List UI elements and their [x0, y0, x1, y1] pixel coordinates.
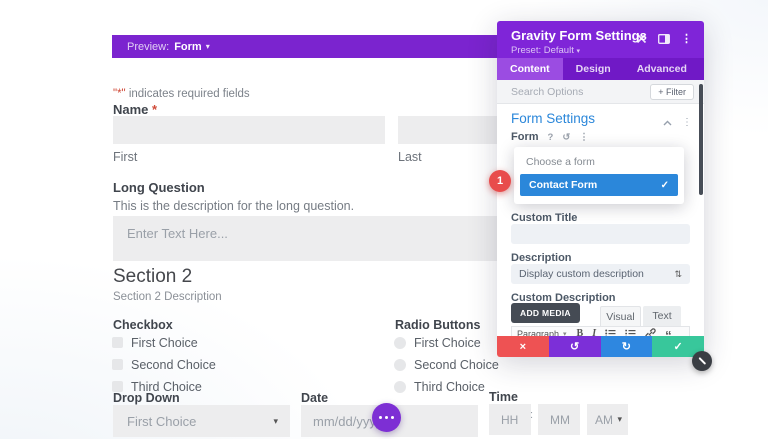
dropdown-selected-value: First Choice	[127, 414, 196, 429]
section-options-icon[interactable]: ⋮	[682, 117, 692, 128]
description-label: Description	[511, 252, 572, 264]
dropdown-field-label: Drop Down	[113, 391, 180, 405]
preview-bar: Preview: Form ▾	[112, 35, 497, 58]
time-meridiem-select[interactable]: AM ▾	[587, 404, 628, 435]
checkbox-option[interactable]: Second Choice	[112, 358, 216, 371]
custom-title-input[interactable]	[511, 224, 690, 244]
checkbox-option-label: Second Choice	[131, 358, 216, 372]
required-fields-note: "*" indicates required fields	[113, 88, 250, 100]
option-menu-icon[interactable]: ⋮	[579, 132, 589, 143]
filter-button[interactable]: + Filter	[650, 84, 694, 100]
ellipsis-icon	[385, 416, 389, 420]
reset-icon[interactable]: ↺	[562, 132, 570, 143]
radio-option-label: First Choice	[414, 336, 481, 350]
long-question-description: This is the description for the long que…	[113, 199, 354, 213]
tab-design[interactable]: Design	[563, 58, 624, 80]
time-minute-input[interactable]	[538, 404, 580, 435]
expand-icon[interactable]	[636, 33, 647, 44]
meridiem-value: AM	[595, 413, 613, 427]
panel-scrollbar[interactable]	[699, 84, 703, 195]
panel-resize-handle[interactable]	[692, 351, 712, 371]
editor-tab-text[interactable]: Text	[643, 306, 681, 326]
checkbox-icon[interactable]	[112, 337, 123, 348]
time-hour-input[interactable]	[489, 404, 531, 435]
gravity-form-settings-panel: Gravity Form Settings Preset: Default ▾ …	[497, 21, 704, 357]
radio-option[interactable]: First Choice	[394, 336, 499, 349]
discard-button[interactable]: ×	[497, 336, 549, 357]
dropdown-option-selected[interactable]: Contact Form ✓	[520, 174, 678, 196]
name-required-mark: *	[152, 102, 157, 117]
redo-button[interactable]: ↻	[601, 336, 653, 357]
last-name-sublabel: Last	[398, 150, 422, 164]
resize-line-icon	[698, 357, 705, 364]
name-field-label: Name *	[113, 102, 157, 117]
dropdown-option-choose[interactable]: Choose a form	[514, 153, 684, 174]
chevron-down-icon: ▾	[206, 42, 210, 51]
panel-header[interactable]: Gravity Form Settings Preset: Default ▾ …	[497, 21, 704, 58]
custom-title-label: Custom Title	[511, 212, 577, 224]
dropdown-select[interactable]: First Choice ▾	[113, 405, 290, 437]
tab-content[interactable]: Content	[497, 58, 563, 80]
description-selected-value: Display custom description	[519, 268, 644, 280]
add-media-button[interactable]: ADD MEDIA	[511, 303, 580, 323]
ellipsis-icon	[391, 416, 395, 420]
radio-icon[interactable]	[394, 337, 406, 349]
preset-dropdown[interactable]: Preset: Default ▾	[511, 45, 692, 56]
more-options-icon[interactable]: ⋮	[681, 32, 692, 45]
form-settings-section-title: Form Settings	[511, 111, 595, 126]
checkbox-options: First Choice Second Choice Third Choice	[112, 336, 216, 393]
select-stepper-icon: ⇅	[674, 269, 682, 280]
radio-option[interactable]: Second Choice	[394, 358, 499, 371]
editor-tab-visual[interactable]: Visual	[600, 306, 641, 326]
search-input[interactable]	[511, 86, 650, 98]
dock-icon[interactable]	[658, 34, 670, 44]
undo-button[interactable]: ↺	[549, 336, 601, 357]
tab-advanced[interactable]: Advanced	[624, 58, 700, 80]
ellipsis-icon	[379, 416, 383, 420]
checkbox-icon[interactable]	[112, 359, 123, 370]
panel-tabs: Content Design Advanced	[497, 58, 704, 80]
radio-option-label: Second Choice	[414, 358, 499, 372]
time-separator: :	[530, 409, 533, 421]
preview-mode-dropdown[interactable]: Form	[174, 41, 202, 53]
panel-action-bar: × ↺ ↻ ✓	[497, 336, 704, 357]
selected-form-name: Contact Form	[529, 179, 597, 191]
required-mark: "*"	[113, 88, 126, 100]
long-question-label: Long Question	[113, 180, 205, 195]
help-icon[interactable]: ?	[548, 132, 554, 143]
radio-option-label: Third Choice	[414, 380, 485, 394]
description-select[interactable]: Display custom description ⇅	[511, 264, 690, 284]
radio-options: First Choice Second Choice Third Choice	[394, 336, 499, 393]
date-field-label: Date	[301, 391, 328, 405]
time-field-label: Time	[489, 390, 518, 404]
checkbox-field-label: Checkbox	[113, 318, 173, 332]
form-dropdown-menu: Choose a form Contact Form ✓	[514, 147, 684, 204]
required-note-text: indicates required fields	[126, 88, 250, 100]
section-title: Section 2	[113, 266, 192, 288]
form-option-label: Form	[511, 131, 539, 143]
chevron-down-icon: ▾	[576, 48, 580, 55]
first-name-input[interactable]	[113, 116, 385, 144]
module-settings-button[interactable]	[372, 403, 401, 432]
checkbox-option-label: First Choice	[131, 336, 198, 350]
section-description: Section 2 Description	[113, 291, 222, 303]
divi-builder-screen: Preview: Form ▾ "*" indicates required f…	[0, 0, 768, 439]
chevron-down-icon: ▾	[617, 414, 622, 425]
step-marker-badge: 1	[489, 170, 511, 192]
radio-field-label: Radio Buttons	[395, 318, 480, 332]
form-option-row: Form ? ↺ ⋮	[511, 131, 589, 143]
preview-label: Preview:	[127, 41, 169, 53]
radio-icon[interactable]	[394, 381, 406, 393]
chevron-down-icon: ▾	[273, 416, 278, 427]
collapse-icon[interactable]	[663, 113, 672, 131]
radio-icon[interactable]	[394, 359, 406, 371]
check-icon: ✓	[661, 180, 669, 191]
radio-option[interactable]: Third Choice	[394, 380, 499, 393]
first-name-sublabel: First	[113, 150, 137, 164]
search-row: + Filter	[497, 80, 704, 104]
checkbox-option[interactable]: First Choice	[112, 336, 216, 349]
name-label-text: Name	[113, 102, 148, 117]
preset-label: Preset: Default	[511, 45, 574, 56]
